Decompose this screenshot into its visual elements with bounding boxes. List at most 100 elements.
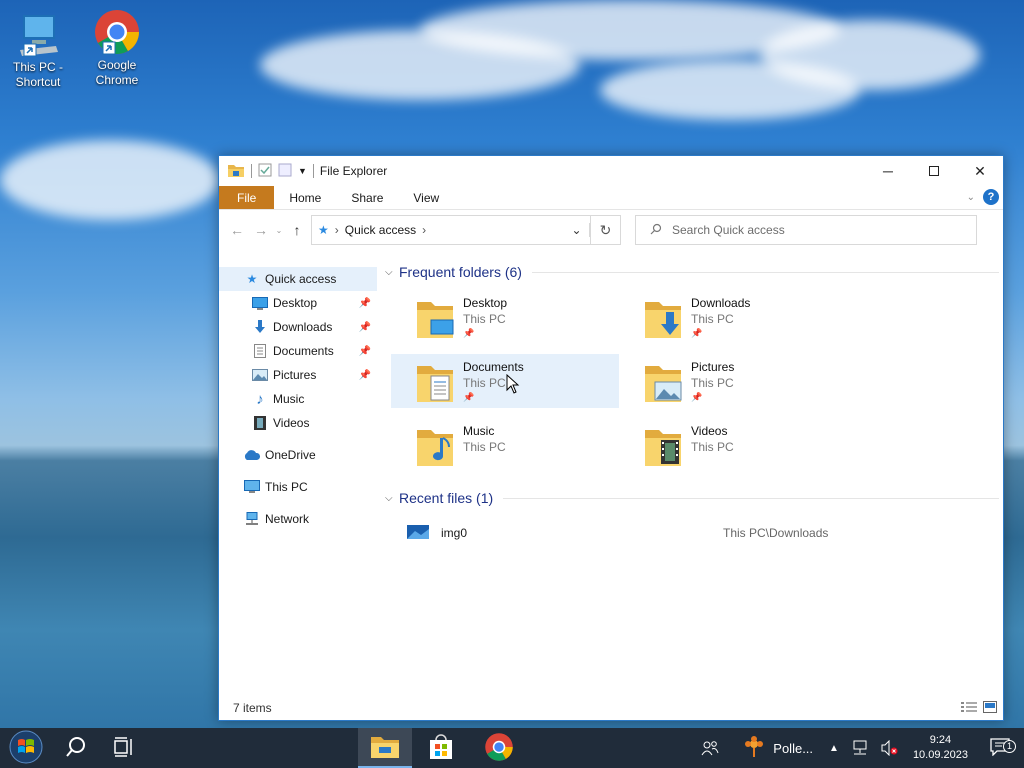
taskbar-store[interactable]: [412, 728, 470, 768]
folder-name: Desktop: [463, 296, 508, 310]
pin-icon[interactable]: 📌: [359, 322, 371, 333]
action-center-button[interactable]: 1: [976, 737, 1024, 759]
star-icon: ★: [246, 272, 258, 286]
task-view-button[interactable]: [100, 728, 148, 768]
details-view-icon[interactable]: [961, 701, 977, 716]
search-input[interactable]: Search Quick access: [635, 215, 977, 245]
folder-videos-icon: [643, 424, 683, 468]
folder-name: Documents: [463, 360, 524, 374]
divider: [251, 164, 252, 178]
expand-ribbon-icon[interactable]: ⌄: [967, 192, 975, 203]
sidebar-item-label: Desktop: [273, 296, 318, 310]
frequent-folders-header[interactable]: ⌵ Frequent folders (6): [385, 260, 1003, 284]
folder-tile-music[interactable]: Music This PC: [391, 418, 619, 472]
desktop-icon-this-pc[interactable]: This PC - Shortcut: [3, 10, 73, 90]
close-button[interactable]: ✕: [957, 156, 1003, 186]
address-bar[interactable]: ★ › Quick access › ⌄: [311, 215, 591, 245]
folder-tile-documents[interactable]: Documents This PC 📌: [391, 354, 619, 408]
status-bar: 7 items: [219, 696, 1003, 720]
chevron-down-icon[interactable]: ⌄: [564, 223, 590, 237]
people-icon[interactable]: [687, 740, 733, 756]
navigation-pane: ★ Quick access Desktop 📌 Downloads 📌 Doc…: [219, 250, 377, 696]
start-button[interactable]: [0, 728, 52, 768]
forward-icon[interactable]: →: [249, 222, 273, 238]
clock[interactable]: 9:24 10.09.2023: [905, 733, 976, 763]
desktop-icon-chrome[interactable]: Google Chrome: [82, 8, 152, 88]
up-icon[interactable]: ↑: [285, 222, 309, 238]
sidebar-item-label: Documents: [273, 344, 334, 358]
folder-name: Videos: [691, 424, 728, 438]
maximize-button[interactable]: [911, 156, 957, 186]
pin-icon: 📌: [463, 328, 475, 338]
file-explorer-window[interactable]: ▼ File Explorer ─ ✕ File Home Share View…: [218, 155, 1004, 721]
mouse-cursor-icon: [506, 373, 520, 397]
new-folder-icon[interactable]: [278, 163, 292, 180]
back-icon[interactable]: ←: [225, 222, 249, 238]
sidebar-item-downloads[interactable]: Downloads 📌: [219, 315, 377, 339]
taskbar-file-explorer[interactable]: [358, 728, 412, 768]
folder-music-icon: [415, 424, 455, 468]
folder-tile-videos[interactable]: Videos This PC: [619, 418, 847, 472]
recent-files-header[interactable]: ⌵ Recent files (1): [385, 486, 1003, 510]
refresh-button[interactable]: ↻: [591, 215, 621, 245]
item-count: 7 items: [233, 701, 272, 715]
pin-icon[interactable]: 📌: [359, 370, 371, 381]
sidebar-item-network[interactable]: Network: [219, 507, 377, 531]
chevron-down-icon: ⌵: [385, 492, 393, 504]
minimize-button[interactable]: ─: [865, 156, 911, 186]
sidebar-item-pictures[interactable]: Pictures 📌: [219, 363, 377, 387]
folder-location: This PC: [691, 376, 734, 390]
recent-locations-icon[interactable]: ⌄: [273, 226, 285, 235]
desktop-icon-label: This PC - Shortcut: [12, 60, 63, 89]
sidebar-item-desktop[interactable]: Desktop 📌: [219, 291, 377, 315]
content-pane: ⌵ Frequent folders (6) Desktop This PC 📌: [377, 250, 1003, 696]
show-hidden-icons-icon[interactable]: ▲: [823, 743, 845, 754]
clock-date: 10.09.2023: [912, 749, 968, 761]
taskbar: Polle... ▲ 9:24 10.09.2023 1: [0, 728, 1024, 768]
section-title: Recent files (1): [399, 490, 494, 506]
large-icons-view-icon[interactable]: [983, 700, 997, 716]
sidebar-item-label: OneDrive: [265, 448, 316, 462]
close-icon: ✕: [974, 162, 986, 179]
image-file-icon: [407, 524, 429, 542]
this-pc-icon: [14, 10, 62, 58]
folder-tile-desktop[interactable]: Desktop This PC 📌: [391, 290, 619, 344]
sidebar-item-music[interactable]: ♪ Music: [219, 387, 377, 411]
sidebar-item-onedrive[interactable]: OneDrive: [219, 443, 377, 467]
sidebar-item-documents[interactable]: Documents 📌: [219, 339, 377, 363]
taskbar-chrome[interactable]: [470, 728, 528, 768]
network-status-icon[interactable]: [845, 740, 875, 756]
sidebar-item-videos[interactable]: Videos: [219, 411, 377, 435]
chrome-icon: [484, 732, 514, 765]
chevron-right-icon[interactable]: ›: [422, 223, 426, 237]
sidebar-item-label: Network: [265, 512, 310, 526]
tab-file[interactable]: File: [219, 186, 275, 209]
volume-muted-icon[interactable]: [875, 740, 905, 756]
windows-logo-icon: [9, 730, 43, 767]
tab-home[interactable]: Home: [274, 186, 336, 209]
sidebar-item-quick-access[interactable]: ★ Quick access: [219, 267, 377, 291]
search-icon: [65, 736, 87, 761]
search-placeholder: Search Quick access: [672, 223, 785, 237]
refresh-icon: ↻: [599, 221, 612, 238]
properties-icon[interactable]: [258, 163, 272, 180]
list-item[interactable]: img0 This PC\Downloads: [385, 520, 1003, 546]
sidebar-item-this-pc[interactable]: This PC: [219, 475, 377, 499]
help-icon[interactable]: ?: [983, 189, 999, 205]
customize-qat-icon[interactable]: ▼: [298, 166, 307, 176]
cloud-icon: [243, 447, 261, 463]
pollen-widget[interactable]: Polle...: [733, 735, 823, 761]
tab-view[interactable]: View: [398, 186, 454, 209]
title-bar[interactable]: ▼ File Explorer ─ ✕: [219, 156, 1003, 186]
folder-name: Downloads: [691, 296, 751, 310]
tab-share[interactable]: Share: [336, 186, 398, 209]
search-button[interactable]: [52, 728, 100, 768]
folder-tile-pictures[interactable]: Pictures This PC 📌: [619, 354, 847, 408]
breadcrumb[interactable]: Quick access: [345, 223, 416, 237]
divider: [312, 164, 314, 178]
folder-location: This PC: [691, 440, 734, 454]
pin-icon[interactable]: 📌: [359, 298, 371, 309]
folder-tile-downloads[interactable]: Downloads This PC 📌: [619, 290, 847, 344]
pin-icon[interactable]: 📌: [359, 346, 371, 357]
sidebar-item-label: Quick access: [265, 272, 337, 286]
